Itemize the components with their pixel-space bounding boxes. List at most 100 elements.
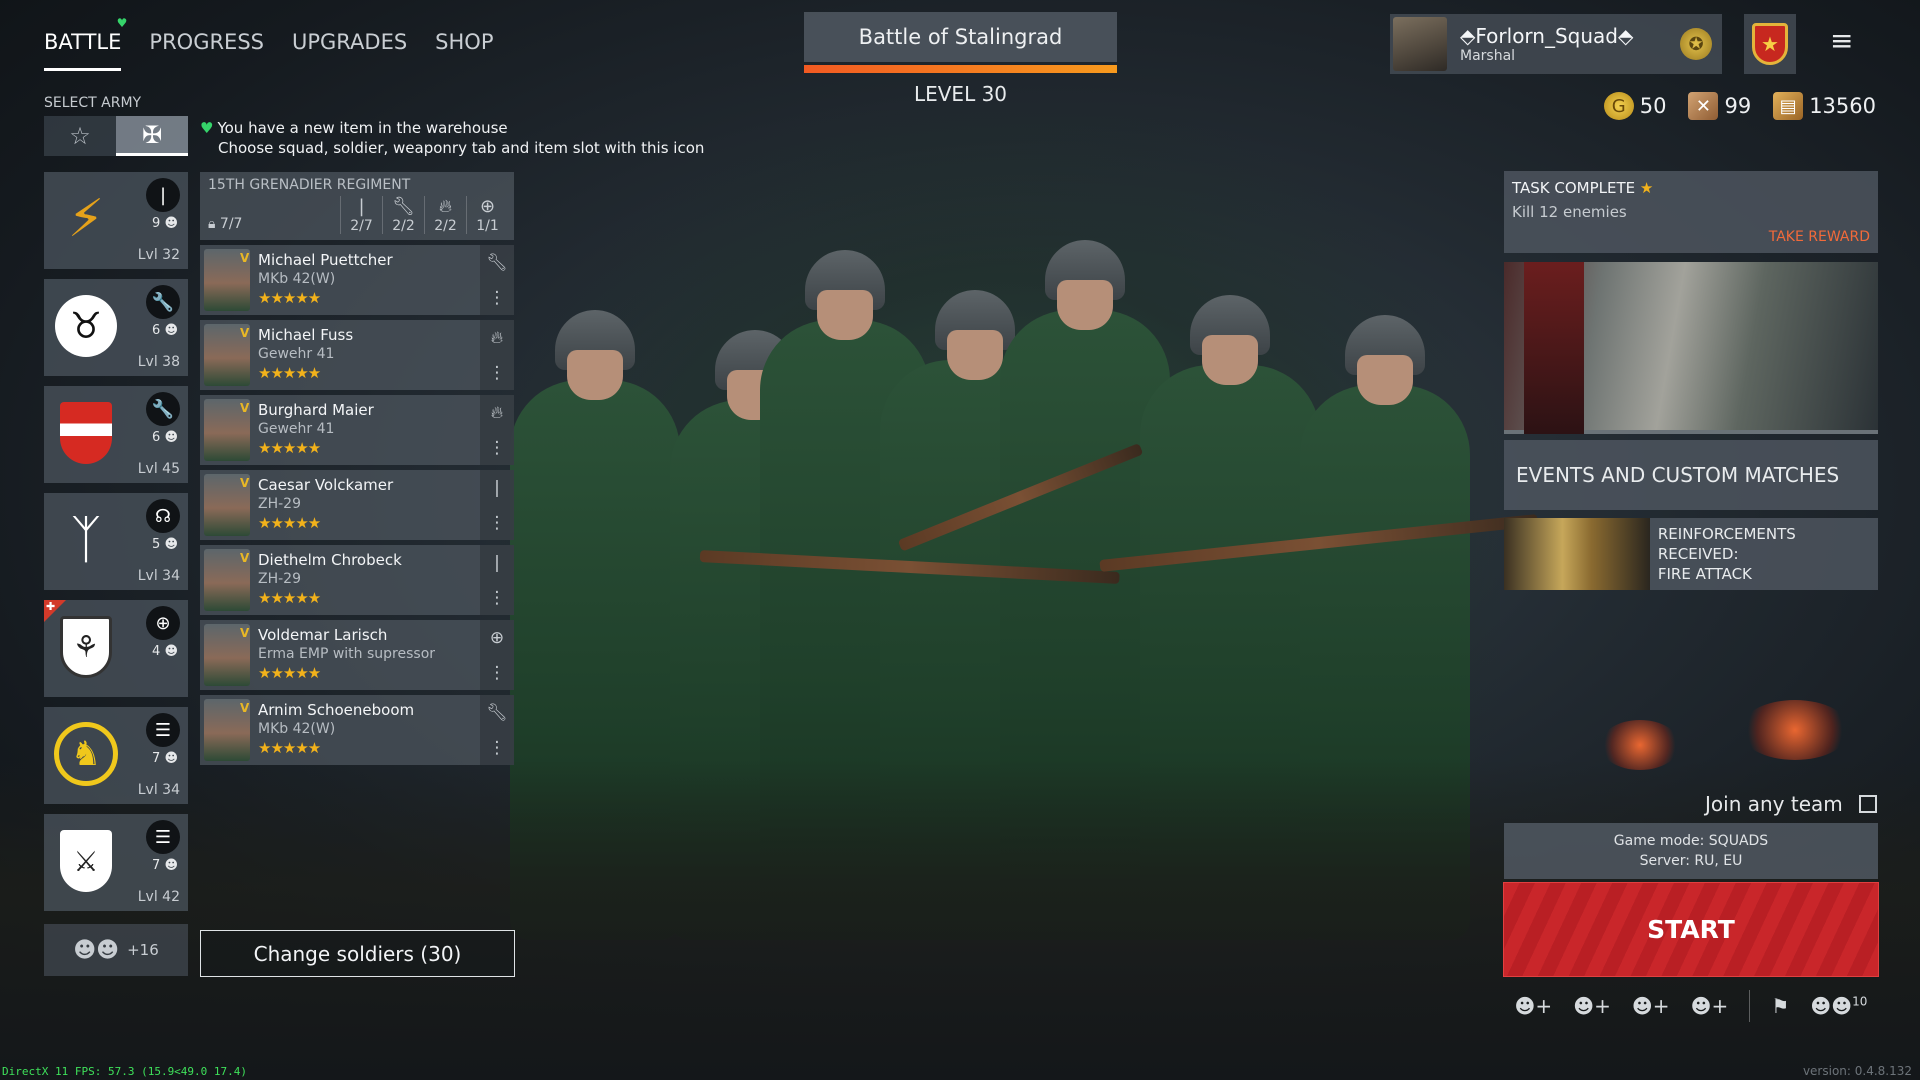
battle-level: LEVEL 30: [913, 82, 1008, 106]
task-status: TASK COMPLETE: [1512, 179, 1636, 197]
reserve-soldiers-button[interactable]: ☻☻ +16: [44, 924, 188, 976]
regiment-title: 15TH GRENADIER REGIMENT: [208, 177, 411, 193]
medic-icon[interactable]: ⊕: [490, 628, 504, 648]
squad-count: 4 ☻: [152, 644, 178, 659]
reserve-count: +16: [127, 941, 159, 959]
more-icon[interactable]: ⋮: [489, 288, 506, 308]
more-icon[interactable]: ⋮: [489, 513, 506, 533]
change-soldiers-button[interactable]: Change soldiers (30): [200, 930, 515, 977]
flame-icon[interactable]: 🔥︎: [491, 328, 503, 348]
invite-player-icon[interactable]: ☻+: [1515, 994, 1553, 1018]
rifle-slot: | 2/7: [340, 196, 382, 234]
game-mode: Game mode: SQUADS: [1613, 833, 1769, 849]
more-icon[interactable]: ⋮: [489, 663, 506, 683]
soldier-row[interactable]: V Caesar Volckamer ZH-29 ★★★★★ | ⋮: [200, 470, 514, 540]
soldier-row[interactable]: V Michael Fuss Gewehr 41 ★★★★★ 🔥︎ ⋮: [200, 320, 514, 390]
flag-icon[interactable]: ⚑: [1771, 994, 1789, 1018]
squad-card[interactable]: ⚡ | 9 ☻ Lvl 32: [44, 172, 188, 269]
rune-emblem-icon: ⚡: [67, 189, 105, 249]
medic-role-icon: ⊕: [146, 606, 180, 640]
oak-shield-emblem-icon: ⚘: [52, 610, 120, 684]
squad-card[interactable]: ♉ 🔧 6 ☻ Lvl 38: [44, 279, 188, 376]
game-mode-info[interactable]: Game mode: SQUADS Server: RU, EU: [1504, 823, 1878, 879]
tab-shop[interactable]: SHOP: [435, 30, 493, 71]
soldier-row[interactable]: V Burghard Maier Gewehr 41 ★★★★★ 🔥︎ ⋮: [200, 395, 514, 465]
squad-level: Lvl 34: [137, 782, 180, 798]
engineer-slot: 🔧︎ 2/2: [382, 196, 424, 234]
rank-badge[interactable]: ★: [1744, 14, 1796, 74]
ticket-currency[interactable]: ✕ 99: [1688, 92, 1751, 120]
battle-title[interactable]: Battle of Stalingrad: [804, 12, 1117, 62]
regiment-capacity: 🔒︎ 7/7: [208, 216, 243, 232]
squad-card[interactable]: ♞ ☰ 7 ☻ Lvl 34: [44, 707, 188, 804]
invite-player-icon[interactable]: ☻+: [1632, 994, 1670, 1018]
wrench-icon: 🔧︎: [392, 196, 415, 217]
squad-card[interactable]: ✚ ⚘ ⊕ 4 ☻: [44, 600, 188, 697]
soldier-row[interactable]: V Arnim Schoeneboom MKb 42(W) ★★★★★ 🔧︎ ⋮: [200, 695, 514, 765]
soldier-weapon: MKb 42(W): [258, 271, 336, 287]
squad-card[interactable]: ⚔ ☰ 7 ☻ Lvl 42: [44, 814, 188, 911]
squad-level: Lvl 42: [137, 889, 180, 905]
server: Server: RU, EU: [1639, 853, 1743, 869]
more-icon[interactable]: ⋮: [489, 438, 506, 458]
squad-card[interactable]: ᛉ ☊ 5 ☻ Lvl 34: [44, 493, 188, 590]
soldier-weapon: ZH-29: [258, 571, 301, 587]
start-button[interactable]: START: [1504, 883, 1878, 976]
soldier-stars: ★★★★★: [258, 514, 321, 532]
flamethrower-slot: 🔥︎ 2/2: [424, 196, 466, 234]
soldier-portrait: V: [204, 624, 250, 686]
more-icon[interactable]: ⋮: [489, 738, 506, 758]
rifle-icon[interactable]: |: [494, 553, 500, 573]
lock-icon: 🔒︎: [208, 216, 216, 232]
army-toggle: ☆ ✠: [44, 116, 188, 156]
rifle-icon: |: [358, 196, 365, 217]
notice-line2: Choose squad, soldier, weaponry tab and …: [218, 139, 705, 157]
more-icon[interactable]: ⋮: [489, 363, 506, 383]
tab-upgrades[interactable]: UPGRADES: [292, 30, 407, 71]
soldier-stars: ★★★★★: [258, 439, 321, 457]
squad-card[interactable]: 🔧 6 ☻ Lvl 45: [44, 386, 188, 483]
soldier-row[interactable]: V Voldemar Larisch Erma EMP with supresso…: [200, 620, 514, 690]
tab-progress[interactable]: PROGRESS: [149, 30, 264, 71]
events-custom-matches-button[interactable]: EVENTS AND CUSTOM MATCHES: [1504, 440, 1878, 510]
tab-battle[interactable]: BATTLE ♥: [44, 16, 127, 71]
star-icon[interactable]: ☆: [44, 116, 116, 156]
medic-icon: ⊕: [479, 196, 496, 217]
wrench-icon[interactable]: 🔧︎: [486, 703, 508, 723]
event-image[interactable]: [1504, 262, 1878, 434]
group-icon[interactable]: ☻☻10: [1810, 994, 1867, 1018]
soldier-row[interactable]: V Michael Puettcher MKb 42(W) ★★★★★ 🔧︎ ⋮: [200, 245, 514, 315]
soldier-row[interactable]: V Diethelm Chrobeck ZH-29 ★★★★★ | ⋮: [200, 545, 514, 615]
menu-icon[interactable]: ≡: [1830, 24, 1853, 57]
player-card[interactable]: ⬘Forlorn_Squad⬘ Marshal ✪: [1390, 14, 1722, 74]
soldier-weapon: ZH-29: [258, 496, 301, 512]
wrench-icon[interactable]: 🔧︎: [486, 253, 508, 273]
squad-level: Lvl 34: [137, 568, 180, 584]
squad-count: 7 ☻: [152, 751, 178, 766]
gold-orders-currency[interactable]: ▤ 13560: [1773, 92, 1876, 120]
new-item-icon: ♥: [116, 16, 128, 30]
soldier-stars: ★★★★★: [258, 739, 321, 757]
battle-progress-bar: [804, 65, 1117, 73]
invite-player-icon[interactable]: ☻+: [1691, 994, 1729, 1018]
join-any-team-checkbox[interactable]: [1858, 795, 1877, 813]
reinforcements-line2: FIRE ATTACK: [1657, 565, 1752, 583]
star-shield-icon: ★: [1752, 23, 1788, 65]
soldier-name: Diethelm Chrobeck: [258, 551, 402, 569]
divider: [1749, 990, 1751, 1022]
take-reward-button[interactable]: TAKE REWARD: [1769, 229, 1870, 245]
red-shield-emblem-icon: [52, 396, 120, 470]
flame-icon: 🔥︎: [438, 196, 453, 217]
version-label: version: 0.4.8.132: [1802, 1064, 1912, 1078]
task-panel: TASK COMPLETE ★ Kill 12 enemies TAKE REW…: [1504, 171, 1878, 253]
player-rank: Marshal: [1460, 48, 1516, 64]
more-icon[interactable]: ⋮: [489, 588, 506, 608]
gold-coin-currency[interactable]: G 50: [1603, 92, 1666, 120]
iron-cross-icon[interactable]: ✠: [116, 116, 188, 156]
invite-player-icon[interactable]: ☻+: [1573, 994, 1611, 1018]
squad-level: Lvl 45: [137, 461, 180, 477]
rifle-icon[interactable]: |: [494, 478, 500, 498]
join-any-team[interactable]: Join any team: [1705, 792, 1877, 816]
reinforcements-banner[interactable]: REINFORCEMENTS RECEIVED: FIRE ATTACK: [1504, 518, 1878, 590]
flame-icon[interactable]: 🔥︎: [491, 403, 503, 423]
